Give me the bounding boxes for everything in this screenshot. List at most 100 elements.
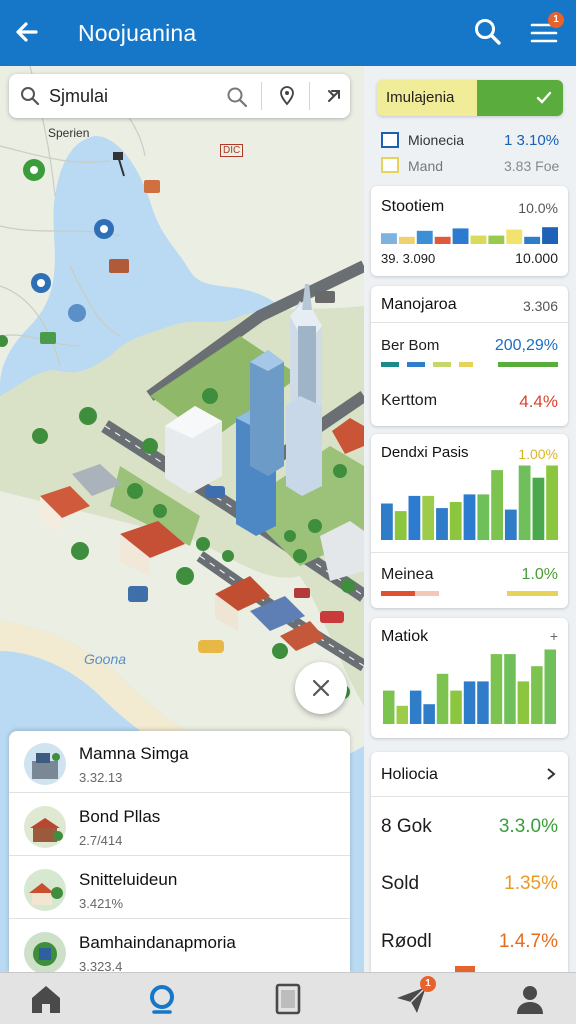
dendi-card[interactable]: Dendxi Pasis 1.00% Meinea 1.0% <box>371 434 568 608</box>
chart-bar <box>491 470 503 540</box>
search-icon[interactable] <box>470 14 506 50</box>
card-right-value: 10.000 <box>515 250 558 266</box>
chart-bar <box>436 508 448 540</box>
card-value: 1.00% <box>518 446 558 462</box>
legend-checkbox[interactable] <box>381 157 399 173</box>
chart-bar <box>434 236 451 244</box>
chart-bar <box>436 673 449 724</box>
card-value: + <box>549 628 558 644</box>
dendi-bar-chart <box>381 465 558 540</box>
row-value: 1.4.7% <box>498 931 558 952</box>
list-item[interactable]: Mamna Simga 3.32.13 <box>9 731 350 793</box>
place-detail: 3.32.13 <box>79 770 123 785</box>
chart-bar <box>394 511 407 540</box>
profile-icon[interactable] <box>512 982 548 1016</box>
place-detail: 2.7/414 <box>79 833 123 848</box>
place-name: Bamhaindanapmoria <box>79 933 236 952</box>
search-input[interactable]: Sjmulai <box>49 86 108 107</box>
search-icon <box>19 85 41 107</box>
chart-bar <box>381 503 393 540</box>
row-value: 4.4% <box>519 392 558 411</box>
chart-bar <box>381 233 397 244</box>
card-title: Dendxi Pasis <box>381 444 469 461</box>
chevron-right-icon[interactable] <box>544 766 558 782</box>
list-item[interactable]: Snitteluideun 3.421% <box>9 857 350 919</box>
row-progress-bar <box>381 591 558 596</box>
legend-value: 1 3.10% <box>504 132 560 149</box>
directions-icon[interactable] <box>321 83 347 109</box>
manojaroa-card[interactable]: Manojaroa 3.306 Ber Bom 200,29% Kerttom … <box>371 286 568 426</box>
legend-label: Mand <box>408 158 444 174</box>
map-label-city: Sperien <box>48 126 90 140</box>
place-name: Bond Pllas <box>79 807 161 826</box>
send-icon[interactable]: 1 <box>394 976 436 1016</box>
card-left-value: 39. 3.090 <box>381 251 436 266</box>
chart-bar <box>504 509 517 540</box>
place-detail: 3.323.4 <box>79 959 123 972</box>
map-search-bar: Sjmulai <box>9 74 350 118</box>
chart-bar <box>517 681 530 724</box>
card-title: Holiocia <box>381 766 438 783</box>
app-header: Noojuanina 1 <box>0 0 576 66</box>
chart-bar <box>490 654 503 724</box>
divider <box>371 796 568 797</box>
chart-bar <box>477 494 490 540</box>
chart-bar <box>488 235 505 244</box>
chart-bar <box>408 495 421 540</box>
chart-bar <box>518 465 531 540</box>
station-card[interactable]: Stootiem 10.0% 39. 3.090 10.000 <box>371 186 568 276</box>
chart-bar <box>504 654 516 724</box>
place-detail: 3.421% <box>79 896 124 911</box>
document-icon[interactable] <box>270 982 306 1016</box>
page-title: Noojuanina <box>78 20 197 46</box>
chart-bar <box>524 236 541 244</box>
notification-badge: 1 <box>548 12 564 28</box>
legend-value: 3.83 Foe <box>504 158 560 174</box>
row-label: Røodl <box>381 931 432 952</box>
list-item[interactable]: Bamhaindanapmoria 3.323.4 <box>9 920 350 972</box>
place-thumbnail <box>24 806 66 848</box>
matiok-card[interactable]: Matiok + <box>371 618 568 738</box>
row-progress-bar <box>381 362 558 367</box>
places-list: Mamna Simga 3.32.13 Bond Pllas 2.7/414 S… <box>9 731 350 972</box>
chart-bar <box>470 235 487 244</box>
place-thumbnail <box>24 743 66 785</box>
search-submit-icon[interactable] <box>225 85 249 109</box>
home-icon[interactable] <box>28 982 64 1016</box>
chart-bar <box>463 494 476 540</box>
card-value: 10.0% <box>518 200 558 216</box>
place-thumbnail <box>24 932 66 972</box>
chart-bar <box>423 704 435 724</box>
filter-toggle[interactable]: Imulajenia <box>377 80 563 116</box>
legend-checkbox[interactable] <box>381 132 399 148</box>
chart-bar <box>532 477 545 540</box>
chart-bar <box>409 690 422 724</box>
chart-bar <box>450 690 462 724</box>
chart-bar <box>416 230 433 244</box>
search-nav-icon[interactable] <box>144 982 180 1016</box>
menu-icon[interactable]: 1 <box>526 12 566 50</box>
location-pin-icon[interactable] <box>274 83 300 109</box>
row-value: 3.3.0% <box>498 816 558 837</box>
chart-bar <box>546 465 558 540</box>
chart-bar <box>544 649 556 724</box>
card-value: 3.306 <box>522 298 558 314</box>
map-label-poi: DIC <box>220 144 244 157</box>
chart-bar <box>506 229 523 244</box>
place-name: Snitteluideun <box>79 870 178 889</box>
map-label-water: Goona <box>84 651 127 667</box>
row-label: Meinea <box>381 566 434 583</box>
chart-bar <box>449 502 462 540</box>
legend-label: Mionecia <box>408 132 465 148</box>
holiocia-card[interactable]: Holiocia 8 Gok 3.3.0% Sold 1.35% Røodl 1… <box>371 752 568 972</box>
row-label: Ber Bom <box>381 337 440 354</box>
divider <box>371 322 568 323</box>
back-arrow-icon[interactable] <box>10 14 46 50</box>
list-item[interactable]: Bond Pllas 2.7/414 <box>9 794 350 856</box>
place-thumbnail <box>24 869 66 911</box>
chart-bar <box>422 495 435 540</box>
chart-bar <box>452 228 469 244</box>
row-value: 1.35% <box>504 873 558 894</box>
chart-bar <box>383 690 395 724</box>
close-button[interactable] <box>295 662 347 714</box>
